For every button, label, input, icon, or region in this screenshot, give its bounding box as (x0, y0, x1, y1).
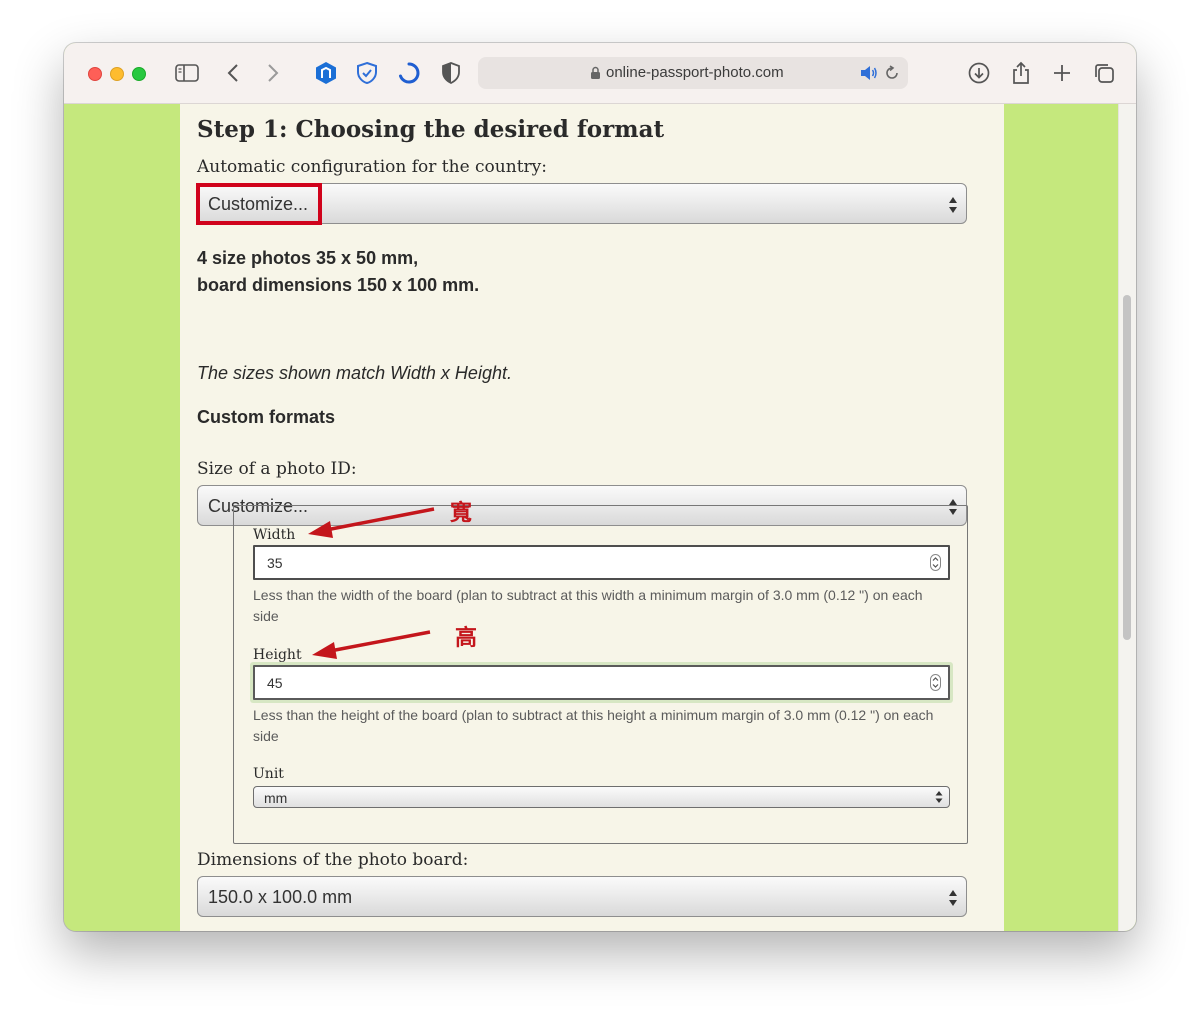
browser-toolbar: online-passport-photo.com (64, 43, 1136, 104)
width-annotation-char: 寬 (450, 501, 473, 526)
height-annotation-char: 高 (455, 626, 478, 651)
vertical-scrollbar[interactable] (1118, 104, 1136, 931)
step-title: Step 1: Choosing the desired format (197, 116, 665, 143)
summary-line-2: board dimensions 150 x 100 mm. (197, 275, 480, 295)
shield-check-icon[interactable] (354, 60, 380, 86)
back-icon[interactable] (220, 60, 246, 86)
extension-hex-icon[interactable] (313, 60, 339, 86)
forward-icon[interactable] (260, 60, 286, 86)
select-arrows-icon (949, 197, 957, 213)
close-window-button[interactable] (88, 67, 102, 81)
share-icon[interactable] (1008, 60, 1034, 86)
page-column: Step 1: Choosing the desired format Auto… (180, 104, 1004, 931)
country-label: Automatic configuration for the country: (197, 157, 547, 177)
sizes-note: The sizes shown match Width x Height. (197, 363, 512, 383)
minimize-window-button[interactable] (110, 67, 124, 81)
height-help: Less than the height of the board (plan … (253, 707, 934, 744)
custom-formats-heading: Custom formats (197, 407, 336, 427)
height-input[interactable]: 45 (253, 665, 950, 700)
select-arrows-icon (949, 890, 957, 906)
tab-overview-icon[interactable] (1091, 60, 1117, 86)
height-value: 45 (267, 675, 283, 691)
unit-select[interactable]: mm (253, 786, 950, 808)
stepper-icon[interactable] (930, 554, 941, 571)
height-label: Height (253, 647, 302, 663)
zoom-window-button[interactable] (132, 67, 146, 81)
board-select-value: 150.0 x 100.0 mm (208, 887, 353, 907)
speaker-icon[interactable] (860, 65, 878, 81)
scrollbar-thumb[interactable] (1123, 295, 1131, 640)
board-select[interactable]: 150.0 x 100.0 mm (197, 876, 967, 917)
width-input[interactable]: 35 (253, 545, 950, 580)
photo-id-label: Size of a photo ID: (197, 459, 357, 479)
board-label: Dimensions of the photo board: (197, 850, 469, 870)
page-viewport: Step 1: Choosing the desired format Auto… (64, 104, 1136, 931)
unit-select-value: mm (264, 790, 288, 806)
highlight-box (196, 183, 322, 225)
stepper-icon[interactable] (930, 674, 941, 691)
privacy-shield-icon[interactable] (438, 60, 464, 86)
loading-icon[interactable] (396, 60, 422, 86)
width-help: Less than the width of the board (plan t… (253, 587, 923, 624)
custom-size-fieldset: Width 35 Less than the width of the boar… (233, 505, 968, 844)
reload-icon[interactable] (884, 65, 900, 81)
width-value: 35 (267, 555, 283, 571)
new-tab-icon[interactable] (1049, 60, 1075, 86)
browser-window: online-passport-photo.com Step 1: Choosi… (64, 43, 1136, 931)
summary-line-1: 4 size photos 35 x 50 mm, (197, 248, 419, 268)
select-arrows-icon (935, 791, 943, 803)
width-label: Width (253, 527, 296, 543)
url-text: online-passport-photo.com (606, 64, 784, 81)
downloads-icon[interactable] (966, 60, 992, 86)
lock-icon (591, 66, 600, 79)
sidebar-toggle-icon[interactable] (174, 60, 200, 86)
unit-label: Unit (253, 766, 284, 782)
address-bar[interactable]: online-passport-photo.com (478, 57, 908, 89)
